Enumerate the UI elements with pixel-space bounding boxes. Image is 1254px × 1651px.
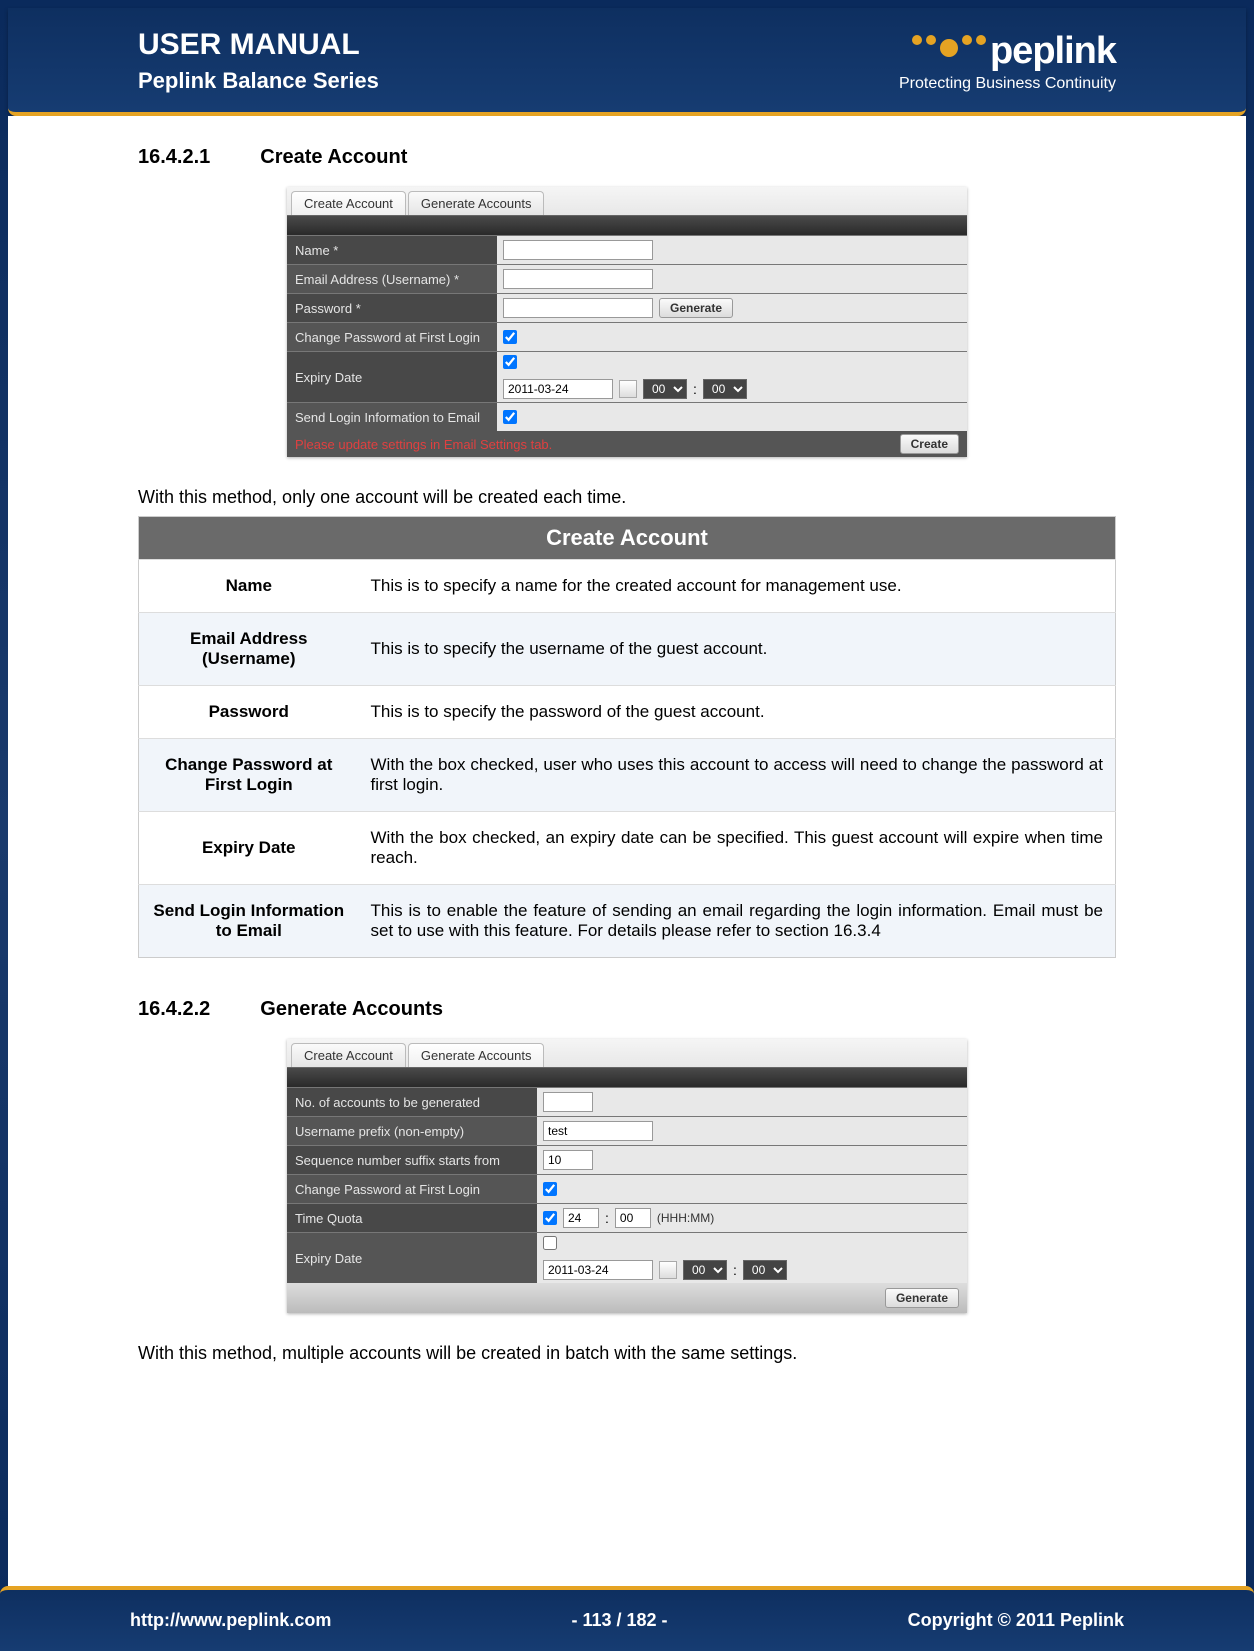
label-expiry-date: Expiry Date — [287, 1247, 537, 1270]
label-send-login: Send Login Information to Email — [287, 406, 497, 429]
label-num-accounts: No. of accounts to be generated — [287, 1091, 537, 1114]
expiry-date-input[interactable] — [543, 1260, 653, 1280]
label-time-quota: Time Quota — [287, 1207, 537, 1230]
create-button[interactable]: Create — [900, 434, 959, 454]
label-expiry-date: Expiry Date — [287, 366, 497, 389]
time-colon: : — [605, 1210, 609, 1226]
brand-name: peplink — [990, 30, 1116, 73]
page-body: 16.4.2.1 Create Account Create Account G… — [8, 116, 1246, 1596]
row-label: Change Password at First Login — [139, 739, 359, 812]
section-heading-1: 16.4.2.1 Create Account — [138, 146, 1116, 169]
label-username-prefix: Username prefix (non-empty) — [287, 1120, 537, 1143]
create-account-ui: Create Account Generate Accounts Name * … — [287, 187, 967, 457]
tab-create-account[interactable]: Create Account — [291, 1043, 406, 1067]
brand-logo: peplink — [899, 30, 1116, 73]
time-colon: : — [693, 381, 697, 397]
time-quota-format: (HHH:MM) — [657, 1211, 714, 1225]
row-label: Password — [139, 686, 359, 739]
label-name: Name * — [287, 239, 497, 262]
tab-generate-accounts[interactable]: Generate Accounts — [408, 1043, 545, 1067]
calendar-icon[interactable] — [659, 1261, 677, 1279]
section-title: Create Account — [260, 146, 407, 169]
footer-copyright: Copyright © 2011 Peplink — [908, 1610, 1124, 1631]
email-settings-warning: Please update settings in Email Settings… — [295, 437, 552, 452]
generate-accounts-ui: Create Account Generate Accounts No. of … — [287, 1039, 967, 1313]
row-desc: This is to specify the password of the g… — [359, 686, 1116, 739]
brand-tagline: Protecting Business Continuity — [899, 75, 1116, 93]
calendar-icon[interactable] — [619, 380, 637, 398]
section2-intro: With this method, multiple accounts will… — [138, 1343, 1116, 1364]
label-change-password: Change Password at First Login — [287, 1178, 537, 1201]
label-email: Email Address (Username) * — [287, 268, 497, 291]
row-label: Send Login Information to Email — [139, 885, 359, 958]
change-password-checkbox[interactable] — [543, 1182, 557, 1196]
section-heading-2: 16.4.2.2 Generate Accounts — [138, 998, 1116, 1021]
time-colon: : — [733, 1262, 737, 1278]
row-desc: With the box checked, an expiry date can… — [359, 812, 1116, 885]
create-account-desc-table: Create Account Name This is to specify a… — [138, 516, 1116, 958]
section1-intro: With this method, only one account will … — [138, 487, 1116, 508]
generate-password-button[interactable]: Generate — [659, 298, 733, 318]
row-label: Email Address (Username) — [139, 613, 359, 686]
header-bar: USER MANUAL Peplink Balance Series pepli… — [8, 8, 1246, 116]
num-accounts-input[interactable] — [543, 1092, 593, 1112]
label-seq-start: Sequence number suffix starts from — [287, 1149, 537, 1172]
section-title: Generate Accounts — [260, 998, 443, 1021]
row-desc: This is to specify a name for the create… — [359, 560, 1116, 613]
section-number: 16.4.2.1 — [138, 146, 210, 169]
generate-button[interactable]: Generate — [885, 1288, 959, 1308]
doc-title: USER MANUAL — [138, 28, 379, 62]
row-desc: With the box checked, user who uses this… — [359, 739, 1116, 812]
expiry-min-select[interactable]: 00 — [703, 379, 747, 399]
header-left: USER MANUAL Peplink Balance Series — [138, 28, 379, 94]
time-quota-hours-input[interactable] — [563, 1208, 599, 1228]
expiry-checkbox[interactable] — [543, 1236, 557, 1250]
change-password-checkbox[interactable] — [503, 330, 517, 344]
label-change-password: Change Password at First Login — [287, 326, 497, 349]
doc-subtitle: Peplink Balance Series — [138, 68, 379, 94]
seq-start-input[interactable] — [543, 1150, 593, 1170]
ui-header-bar — [287, 1067, 967, 1087]
send-login-checkbox[interactable] — [503, 410, 517, 424]
name-input[interactable] — [503, 240, 653, 260]
email-input[interactable] — [503, 269, 653, 289]
row-label: Expiry Date — [139, 812, 359, 885]
expiry-checkbox[interactable] — [503, 355, 517, 369]
footer-url: http://www.peplink.com — [130, 1610, 331, 1631]
header-right: peplink Protecting Business Continuity — [899, 30, 1116, 93]
section-number: 16.4.2.2 — [138, 998, 210, 1021]
time-quota-checkbox[interactable] — [543, 1211, 557, 1225]
label-password: Password * — [287, 297, 497, 320]
password-input[interactable] — [503, 298, 653, 318]
row-desc: This is to specify the username of the g… — [359, 613, 1116, 686]
time-quota-mins-input[interactable] — [615, 1208, 651, 1228]
table-title: Create Account — [139, 517, 1116, 560]
footer-page: - 113 / 182 - — [571, 1610, 667, 1631]
row-label: Name — [139, 560, 359, 613]
expiry-min-select[interactable]: 00 — [743, 1260, 787, 1280]
expiry-date-input[interactable] — [503, 379, 613, 399]
row-desc: This is to enable the feature of sending… — [359, 885, 1116, 958]
ui-header-bar — [287, 215, 967, 235]
page-frame: USER MANUAL Peplink Balance Series pepli… — [0, 0, 1254, 1651]
expiry-hour-select[interactable]: 00 — [643, 379, 687, 399]
logo-dots-icon — [912, 35, 986, 53]
username-prefix-input[interactable] — [543, 1121, 653, 1141]
expiry-hour-select[interactable]: 00 — [683, 1260, 727, 1280]
tab-create-account[interactable]: Create Account — [291, 191, 406, 215]
footer-bar: http://www.peplink.com - 113 / 182 - Cop… — [0, 1586, 1254, 1651]
tab-generate-accounts[interactable]: Generate Accounts — [408, 191, 545, 215]
